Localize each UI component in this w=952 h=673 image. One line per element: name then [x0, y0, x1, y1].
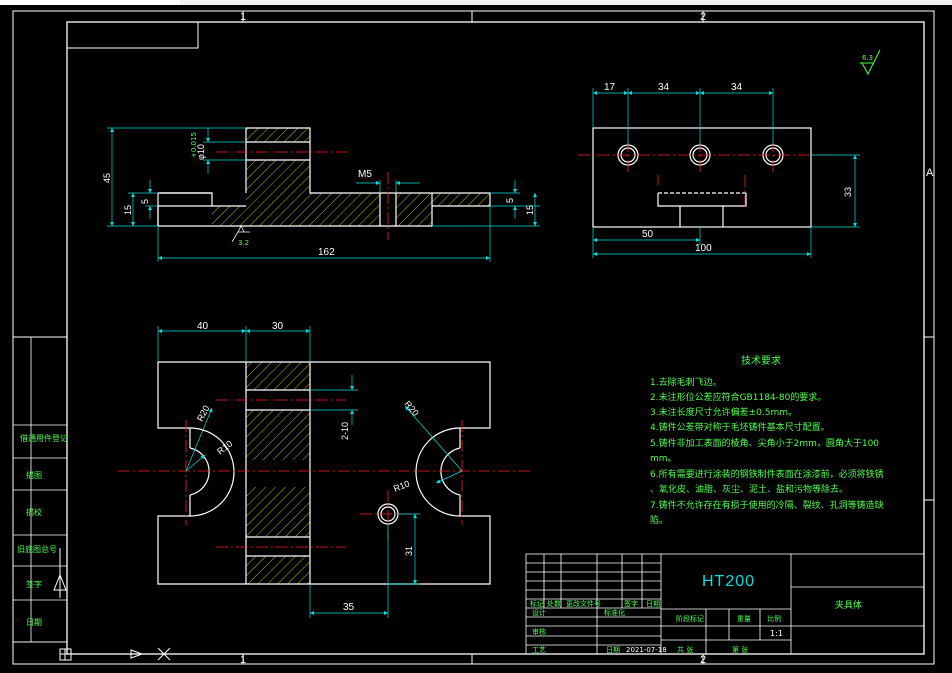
roughness-symbol-global: 6.3: [860, 49, 881, 76]
zone-label-right-a: A: [926, 167, 934, 179]
plan-hatch: [246, 362, 310, 584]
technical-requirements[interactable]: 技术要求 1.去除毛刺飞边。 2.未注形位公差应符合GB1184-80的要求。 …: [650, 354, 884, 526]
tech-item-5: 5.铸件非加工表面的棱角、尖角小于2mm，圆角大于100: [650, 437, 879, 449]
dim-side-d1: 17: [604, 82, 616, 93]
tb-sign-label: 签字: [624, 599, 638, 608]
tech-item-5-cont: mm。: [650, 454, 677, 464]
dim-length: 162: [318, 247, 335, 258]
tb-standardization: 标准化: [604, 608, 625, 617]
dim-height-right: 15: [525, 205, 535, 215]
side-strip-grid: [12, 336, 68, 643]
side-centerlines: [578, 140, 838, 210]
window-strip-segment: [0, 0, 180, 5]
tb-sheet-no: 第 张: [732, 645, 748, 654]
tech-item-1: 1.去除毛刺飞边。: [650, 376, 722, 388]
dim-side-d2: 34: [658, 82, 670, 93]
material-label: HT200: [702, 573, 755, 590]
dim-plan-r-inner: R10: [215, 439, 234, 457]
tech-item-7-cont: 陷。: [650, 514, 668, 526]
dim-side-half: 50: [642, 229, 654, 240]
dim-plan-holes: 2-10: [340, 422, 350, 440]
dim-step-right: 5: [505, 198, 515, 203]
plan-outline: [157, 361, 491, 585]
tb-scale-label: 比例: [767, 614, 781, 623]
tb-date: 2021-07-18: [626, 646, 667, 654]
dim-side-d3: 34: [731, 82, 743, 93]
side-label-sign: 签字: [26, 579, 42, 589]
tech-item-3: 3.未注长度尺寸允许偏差±0.5mm。: [650, 406, 797, 418]
tb-designer: 设计: [532, 608, 546, 617]
zone-label-top-2: 2: [700, 11, 706, 23]
zone-label-top-1: 1: [240, 11, 246, 23]
cad-drawing-canvas[interactable]: 1 2 1 2 A 6.3 45 15 5 φ10 +0.015 M5 5 15…: [0, 0, 952, 673]
part-name: 夹具体: [835, 599, 862, 611]
dim-hole-tolerance: +0.015: [190, 132, 198, 158]
dim-plan-r-right-inner: R10: [392, 478, 411, 493]
plan-centerlines: [118, 399, 530, 548]
dim-thread: M5: [358, 169, 372, 180]
ucs-icon: [53, 548, 171, 661]
zone-label-bottom-1: 1: [240, 654, 246, 666]
side-view[interactable]: 17 34 34 33 50 100: [578, 82, 860, 258]
tb-stage-label: 阶段标记: [676, 614, 704, 623]
roughness-symbol-section: 3.2: [231, 225, 250, 247]
tech-item-7: 7.铸件不允许存在有损于使用的冷隔、裂纹、孔洞等铸造缺: [650, 499, 884, 511]
sheet-border: [12, 10, 935, 665]
dim-step-left: 5: [140, 199, 150, 204]
tb-sheets-total: 共 张: [677, 645, 693, 654]
tech-item-6: 6.所有需要进行涂装的钢铁制件表面在涂漆前，必须将铁锈: [650, 468, 884, 480]
side-label-tracing: 描图: [26, 470, 42, 480]
roughness-section-value: 3.2: [238, 239, 249, 247]
tech-item-6-cont: 、氧化皮、油脂、灰尘、泥土、盐和污物等除去。: [650, 483, 848, 495]
dim-plan-w1: 40: [197, 321, 209, 332]
dim-side-height: 33: [843, 187, 853, 197]
tb-process: 工艺: [532, 646, 546, 654]
dim-plan-r-right: R20: [402, 399, 420, 418]
tb-approve: 日期: [606, 646, 620, 654]
tb-count-label: 处数: [547, 599, 561, 608]
section-view[interactable]: 45 15 5 φ10 +0.015 M5 5 15 162 3.2: [102, 127, 540, 262]
dim-plan-r-top: R20: [195, 404, 212, 423]
tech-item-2: 2.未注形位公差应符合GB1184-80的要求。: [650, 391, 826, 403]
plan-view[interactable]: 40 30 R20 R10 R20 R10 2-10 31 35: [118, 321, 530, 618]
side-label-date: 日期: [26, 618, 42, 627]
tb-change-label: 更改文件号: [566, 599, 601, 608]
dim-height-total: 45: [102, 173, 112, 183]
dim-plan-v31: 31: [404, 546, 414, 556]
tb-date-label: 日期: [646, 600, 660, 608]
side-label-registry: 借通用件登记: [20, 433, 68, 443]
tb-mark-label: 标记: [530, 599, 544, 608]
side-label-trace-check: 描校: [26, 507, 42, 517]
tb-checker: 审核: [532, 627, 546, 636]
dim-plan-w2: 30: [272, 321, 284, 332]
side-outline: [592, 127, 812, 228]
tech-item-4: 4.铸件公差带对称于毛坯铸件基本尺寸配置。: [650, 421, 830, 433]
dim-height-left: 15: [123, 205, 133, 215]
title-block[interactable]: HT200 夹具体 标记 处数 更改文件号 签字 日期 设计 标准化 审核 工艺…: [525, 553, 925, 655]
side-label-old-base: 旧底图总号: [17, 544, 57, 554]
section-hatch: [212, 128, 490, 226]
dim-plan-h35: 35: [343, 602, 355, 613]
tb-weight-label: 重量: [737, 615, 751, 623]
tb-scale: 1:1: [770, 629, 783, 638]
roughness-value: 6.3: [862, 54, 873, 62]
dim-side-width: 100: [695, 243, 712, 254]
side-dimensions: [592, 88, 860, 258]
tech-title: 技术要求: [741, 354, 781, 367]
zone-label-bottom-2: 2: [700, 654, 706, 666]
